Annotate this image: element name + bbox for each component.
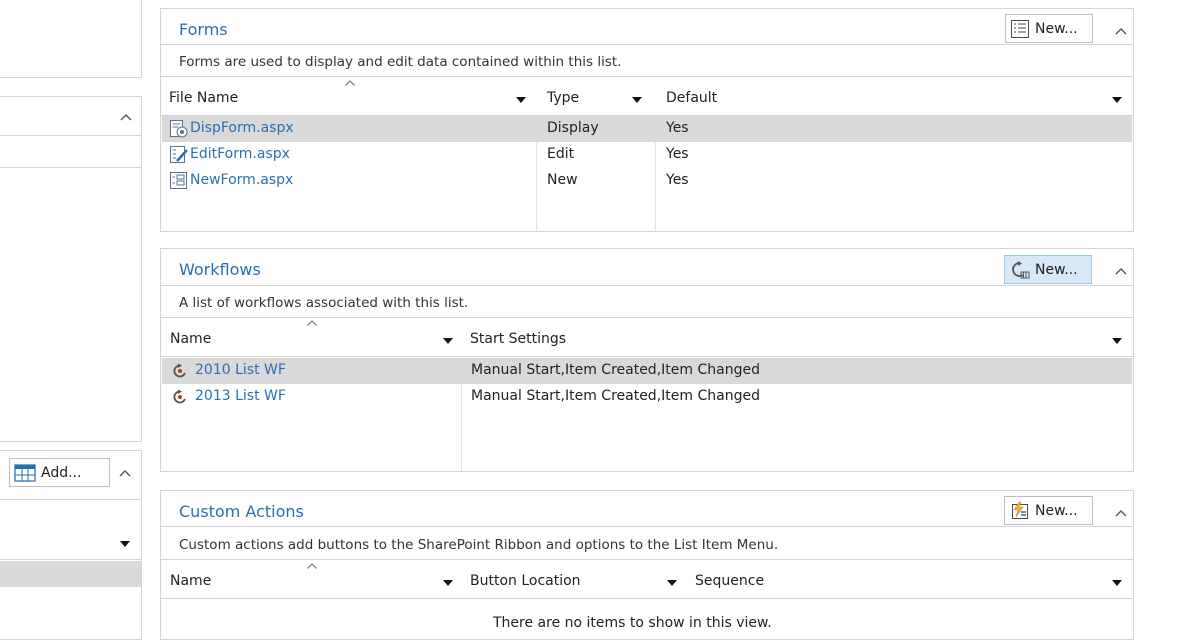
custom-actions-panel: Custom Actions New... Custom actions add… bbox=[160, 490, 1134, 640]
form-default: Yes bbox=[666, 120, 689, 136]
form-type: New bbox=[547, 172, 578, 188]
sort-indicator-icon bbox=[307, 320, 317, 326]
workflow-start-settings: Manual Start,Item Created,Item Changed bbox=[471, 362, 760, 378]
forms-new-button[interactable]: New... bbox=[1005, 14, 1093, 43]
form-file-name[interactable]: NewForm.aspx bbox=[190, 172, 293, 188]
form-type: Edit bbox=[547, 146, 575, 162]
forms-new-label: New... bbox=[1035, 20, 1078, 37]
collapse-icon[interactable] bbox=[119, 469, 131, 477]
workflows-title: Workflows bbox=[179, 260, 261, 279]
new-custom-action-icon bbox=[1012, 501, 1028, 519]
collapse-icon[interactable] bbox=[1115, 27, 1127, 35]
workflow-name[interactable]: 2013 List WF bbox=[195, 388, 286, 404]
column-filter-dropdown-icon[interactable] bbox=[516, 97, 526, 103]
column-filter-dropdown-icon[interactable] bbox=[667, 580, 677, 586]
table-row[interactable]: EditForm.aspx Edit Yes bbox=[162, 142, 1132, 168]
table-row[interactable]: DispForm.aspx Display Yes bbox=[162, 116, 1132, 142]
forms-panel: Forms New... Forms are used to display a… bbox=[160, 8, 1134, 232]
forms-desc-divider bbox=[161, 76, 1133, 77]
workflows-desc-divider bbox=[161, 317, 1133, 318]
column-header-button-location[interactable]: Button Location bbox=[470, 573, 581, 589]
collapse-icon[interactable] bbox=[1115, 509, 1127, 517]
add-button-label: Add... bbox=[41, 464, 82, 481]
column-header-name[interactable]: Name bbox=[170, 331, 211, 347]
workflows-title-divider bbox=[161, 285, 1133, 286]
workflow-name[interactable]: 2010 List WF bbox=[195, 362, 286, 378]
table-row[interactable]: 2013 List WF Manual Start,Item Created,I… bbox=[162, 384, 1132, 410]
edit-form-icon bbox=[170, 146, 188, 163]
collapse-icon[interactable] bbox=[1115, 267, 1127, 275]
column-filter-dropdown-icon[interactable] bbox=[1112, 338, 1122, 344]
workflow-start-settings: Manual Start,Item Created,Item Changed bbox=[471, 388, 760, 404]
display-form-icon bbox=[170, 120, 188, 138]
form-file-name[interactable]: EditForm.aspx bbox=[190, 146, 290, 162]
left-middle-divider-2 bbox=[0, 167, 141, 168]
column-header-sequence[interactable]: Sequence bbox=[695, 573, 764, 589]
custom-actions-desc-divider bbox=[161, 559, 1133, 560]
sort-indicator-icon bbox=[307, 563, 317, 569]
left-panel-top bbox=[0, 0, 142, 78]
left-selected-row[interactable] bbox=[0, 561, 141, 587]
form-default: Yes bbox=[666, 146, 689, 162]
workflows-description: A list of workflows associated with this… bbox=[179, 295, 469, 311]
form-default: Yes bbox=[666, 172, 689, 188]
column-header-file-name[interactable]: File Name bbox=[169, 90, 238, 106]
form-type: Display bbox=[547, 120, 599, 136]
left-middle-divider bbox=[0, 135, 141, 136]
column-filter-dropdown-icon[interactable] bbox=[1112, 580, 1122, 586]
custom-actions-title-divider bbox=[161, 526, 1133, 527]
left-bottom-divider-2 bbox=[0, 559, 141, 560]
left-panel-bottom: Add... bbox=[0, 450, 142, 640]
custom-actions-title: Custom Actions bbox=[179, 502, 304, 521]
sort-indicator-icon bbox=[345, 80, 355, 86]
new-form-icon bbox=[170, 172, 187, 189]
custom-actions-new-label: New... bbox=[1035, 502, 1078, 519]
table-row[interactable]: 2010 List WF Manual Start,Item Created,I… bbox=[162, 358, 1132, 384]
workflow-icon bbox=[173, 363, 186, 378]
column-header-default[interactable]: Default bbox=[666, 90, 717, 106]
workflows-panel: Workflows New... A list of workflows ass… bbox=[160, 248, 1134, 472]
custom-actions-description: Custom actions add buttons to the ShareP… bbox=[179, 537, 779, 553]
add-button[interactable]: Add... bbox=[9, 458, 110, 487]
column-dropdown-icon[interactable] bbox=[120, 541, 130, 547]
table-row[interactable]: NewForm.aspx New Yes bbox=[162, 168, 1132, 194]
workflows-header-divider bbox=[161, 356, 1133, 357]
forms-title-divider bbox=[161, 44, 1133, 45]
column-header-name[interactable]: Name bbox=[170, 573, 211, 589]
left-panel-middle bbox=[0, 96, 142, 442]
custom-actions-new-button[interactable]: New... bbox=[1004, 496, 1093, 525]
column-filter-dropdown-icon[interactable] bbox=[1112, 97, 1122, 103]
new-form-icon bbox=[1011, 19, 1029, 38]
column-header-type[interactable]: Type bbox=[547, 90, 579, 106]
column-filter-dropdown-icon[interactable] bbox=[443, 580, 453, 586]
new-workflow-icon bbox=[1012, 260, 1030, 278]
workflow-icon bbox=[173, 389, 186, 404]
add-column-icon bbox=[14, 463, 36, 482]
forms-description: Forms are used to display and edit data … bbox=[179, 54, 622, 70]
workflows-new-button[interactable]: New... bbox=[1004, 255, 1092, 284]
forms-title: Forms bbox=[179, 20, 228, 39]
column-header-start-settings[interactable]: Start Settings bbox=[470, 331, 566, 347]
collapse-icon[interactable] bbox=[120, 113, 132, 121]
column-filter-dropdown-icon[interactable] bbox=[443, 338, 453, 344]
empty-view-message: There are no items to show in this view. bbox=[493, 615, 772, 631]
workflows-new-label: New... bbox=[1035, 261, 1078, 278]
form-file-name[interactable]: DispForm.aspx bbox=[190, 120, 294, 136]
left-bottom-divider bbox=[0, 499, 141, 500]
column-filter-dropdown-icon[interactable] bbox=[632, 97, 642, 103]
custom-actions-header-divider bbox=[161, 598, 1133, 599]
